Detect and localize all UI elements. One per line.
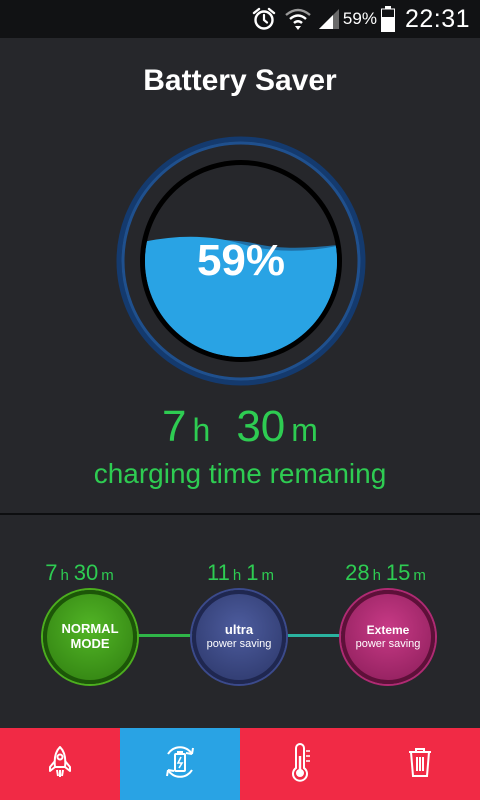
nav-boost-button[interactable] — [0, 728, 120, 800]
wifi-icon — [285, 7, 311, 31]
normal-mode-button[interactable]: NORMAL MODE — [43, 590, 137, 684]
mode-connector-right — [286, 634, 342, 637]
nav-temperature-button[interactable] — [240, 728, 360, 800]
charging-hours: 7 — [162, 402, 187, 451]
bottom-nav — [0, 728, 480, 800]
nav-battery-mode-button[interactable] — [120, 728, 240, 800]
status-bar: 59% 22:31 — [0, 0, 480, 38]
battery-percent: 59% — [342, 9, 377, 28]
battery-refresh-icon — [160, 742, 200, 787]
charging-minutes: 30 — [236, 402, 286, 451]
signal-icon — [317, 7, 341, 31]
minutes-unit: m — [291, 412, 318, 448]
extreme-mode-button[interactable]: Exteme power saving — [341, 590, 435, 684]
status-time: 22:31 — [404, 4, 470, 33]
thermometer-icon — [286, 742, 314, 787]
hours-unit: h — [192, 412, 211, 448]
charging-caption: charging time remaning — [93, 458, 387, 489]
extreme-mode-time: 28 h 15 m — [345, 560, 426, 585]
ultra-mode-time: 11 h 1 m — [207, 560, 274, 585]
ultra-mode-button[interactable]: ultra power saving — [192, 590, 286, 684]
rocket-icon — [45, 745, 75, 784]
nav-clean-button[interactable] — [360, 728, 480, 800]
battery-percent-label: 59% — [196, 236, 286, 285]
alarm-icon — [251, 6, 277, 32]
section-divider — [0, 513, 480, 515]
charging-time: 7 h 30 m — [0, 402, 480, 452]
normal-mode-time: 7 h 30 m — [45, 560, 114, 585]
page-title: Battery Saver — [143, 64, 337, 97]
battery-icon — [380, 6, 395, 32]
mode-connector-left — [136, 634, 194, 637]
trash-icon — [406, 745, 434, 784]
